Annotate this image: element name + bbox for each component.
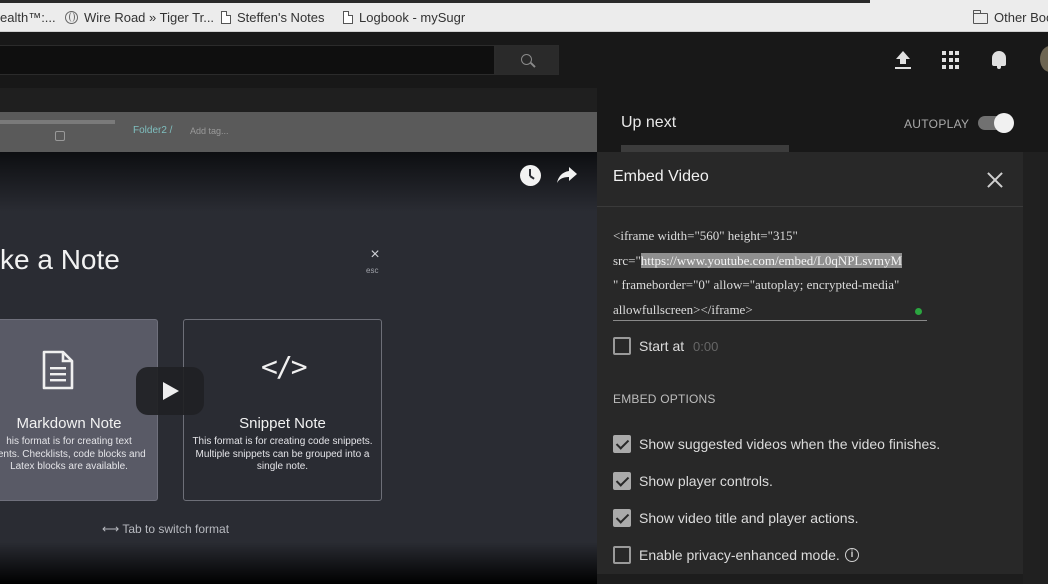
info-icon[interactable]: i (845, 548, 859, 562)
up-next-header: Up next AUTOPLAY (597, 88, 1048, 152)
bookmark-label: Other Boo (994, 10, 1048, 25)
tab-switch-hint: ⟷ Tab to switch format (102, 522, 230, 536)
option-checkbox-controls[interactable] (613, 472, 631, 490)
bookmark-label: Logbook - mySugr (359, 10, 466, 25)
video-player[interactable]: ke a Note × esc Markdown Note his format… (0, 152, 597, 584)
embed-video-panel: Embed Video <iframe width="560" height="… (597, 152, 1023, 584)
bookmark-label: ealth™:... (0, 10, 56, 25)
share-icon[interactable] (555, 165, 579, 185)
option-checkbox-title[interactable] (613, 509, 631, 527)
watch-later-icon[interactable] (520, 165, 541, 186)
snippet-note-card: </> Snippet Note This format is for crea… (183, 319, 382, 501)
bookmark-steffens-notes[interactable]: Steffen's Notes (221, 10, 325, 25)
video-frame-top: Folder2 / Add tag... (0, 112, 597, 152)
embed-header: Embed Video (597, 152, 1023, 207)
start-at-time-input[interactable]: 0:00 (693, 339, 718, 354)
option-checkbox-privacy[interactable] (613, 546, 631, 564)
autoplay-label: AUTOPLAY (904, 117, 970, 131)
start-at-checkbox[interactable] (613, 337, 631, 355)
bookmarks-bar: ealth™:... Wire Road » Tiger Tr... Steff… (0, 0, 1048, 32)
add-tag-text: Add tag... (190, 126, 229, 136)
esc-label: esc (366, 266, 379, 275)
edit-icon (55, 131, 65, 141)
code-icon: </> (261, 350, 308, 383)
folder-icon (973, 10, 988, 24)
play-button[interactable] (136, 367, 204, 415)
option-label-title: Show video title and player actions. (639, 510, 859, 526)
embed-options-heading: EMBED OPTIONS (613, 392, 716, 406)
search-icon (521, 54, 532, 65)
apps-grid-icon[interactable] (939, 48, 963, 72)
embed-title: Embed Video (613, 168, 709, 185)
option-checkbox-suggested[interactable] (613, 435, 631, 453)
page-icon (343, 11, 353, 24)
embed-code-textarea[interactable]: <iframe width="560" height="315" src="ht… (613, 224, 927, 320)
page-icon (221, 11, 231, 24)
upload-icon[interactable] (891, 48, 915, 72)
markdown-note-title: Markdown Note (16, 415, 122, 432)
markdown-note-card: Markdown Note his format is for creating… (0, 319, 158, 501)
close-icon[interactable] (985, 170, 1005, 190)
document-icon (42, 350, 74, 390)
selected-embed-url: https://www.youtube.com/embed/L0qNPLsvmy… (640, 252, 903, 268)
option-label-suggested: Show suggested videos when the video fin… (639, 436, 941, 452)
bookmark-logbook[interactable]: Logbook - mySugr (343, 10, 465, 25)
globe-icon (65, 11, 78, 24)
folder-tag: Folder2 / (133, 125, 173, 136)
snippet-note-title: Snippet Note (239, 415, 326, 432)
start-at-label: Start at (639, 338, 685, 354)
youtube-header (0, 32, 1048, 88)
bookmark-health[interactable]: ealth™:... (0, 10, 56, 25)
bell-icon[interactable] (987, 48, 1011, 72)
search-button[interactable] (495, 45, 559, 75)
autoplay-toggle[interactable] (978, 113, 1014, 133)
bookmark-label: Wire Road » Tiger Tr... (84, 10, 215, 25)
browser-top-strip (0, 0, 870, 3)
bookmark-label: Steffen's Notes (237, 10, 325, 25)
option-label-privacy: Enable privacy-enhanced mode. (639, 547, 840, 563)
option-label-controls: Show player controls. (639, 473, 773, 489)
next-video-thumbnail[interactable] (621, 145, 789, 152)
search-input[interactable] (0, 45, 495, 75)
note-dialog-title: ke a Note (0, 244, 120, 275)
bookmark-wire-road[interactable]: Wire Road » Tiger Tr... (65, 10, 214, 25)
up-next-title: Up next (621, 114, 677, 131)
close-icon: × (370, 246, 380, 263)
status-dot (915, 308, 922, 315)
markdown-note-desc: his format is for creating text nents. C… (0, 436, 146, 472)
bookmark-other-bookmarks[interactable]: Other Boo (973, 10, 1048, 25)
screen: ealth™:... Wire Road » Tiger Tr... Steff… (0, 0, 1048, 584)
snippet-note-desc: This format is for creating code snippet… (192, 436, 373, 472)
